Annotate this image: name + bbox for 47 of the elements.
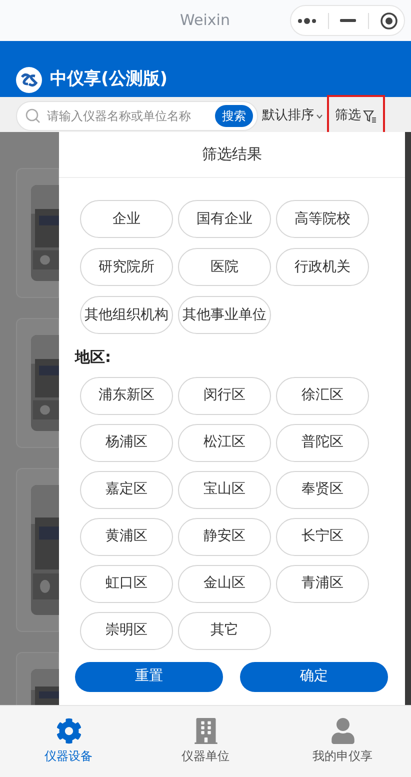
filter-chip[interactable]: 黄浦区 [80,518,173,556]
filter-chip[interactable]: 国有企业 [178,200,271,238]
filter-chip[interactable]: 崇明区 [80,612,173,650]
filter-chip[interactable]: 其他组织机构 [80,296,173,334]
filter-chip[interactable]: 虹口区 [80,564,173,602]
search-button[interactable]: 搜索 [215,105,253,127]
filter-chip[interactable]: 松江区 [178,424,271,462]
filter-chip[interactable]: 青浦区 [276,564,369,602]
search-field[interactable]: 请输入仪器名称或单位名称 搜索 [16,101,258,131]
filter-chip[interactable]: 嘉定区 [80,470,173,508]
user-icon [330,718,356,744]
tab-bar-item[interactable]: 仪器设备 [0,706,137,777]
filter-chip[interactable]: 其他事业单位 [178,296,271,334]
filter-chip[interactable]: 长宁区 [276,518,369,556]
reset-button[interactable]: 重置 [75,662,223,692]
filter-chip[interactable]: 静安区 [178,518,271,556]
filter-chip[interactable]: 其它 [178,612,271,650]
section-heading: 地区: [75,347,112,368]
building-icon [192,718,218,744]
sort-button[interactable]: 默认排序 [262,106,323,126]
filter-button[interactable]: 筛选 [335,106,377,126]
filter-chip[interactable]: 医院 [178,248,271,286]
filter-chip[interactable]: 奉贤区 [276,470,369,508]
filter-chip[interactable]: 行政机关 [276,248,369,286]
tab-bar-item[interactable]: 我的申仪享 [274,706,411,777]
tab-bar-item[interactable]: 仪器单位 [137,706,274,777]
filter-chip[interactable]: 企业 [80,200,173,238]
chevron-down-icon [316,114,323,118]
filter-chip[interactable]: 闵行区 [178,376,271,414]
filter-icon [363,110,377,122]
filter-chip[interactable]: 普陀区 [276,424,369,462]
filter-chip[interactable]: 高等院校 [276,200,369,238]
filter-chip[interactable]: 金山区 [178,564,271,602]
filter-chip[interactable]: 浦东新区 [80,376,173,414]
window-title: Weixin [179,10,231,32]
app-title: 中仪享(公测版) [50,68,168,92]
search-icon [25,108,41,124]
minimize-icon[interactable] [340,19,356,22]
more-icon[interactable] [296,18,317,24]
filter-chip[interactable]: 研究院所 [80,248,173,286]
filter-chip[interactable]: 杨浦区 [80,424,173,462]
confirm-button[interactable]: 确定 [240,662,388,692]
gear-icon [56,718,82,744]
filter-chip[interactable]: 宝山区 [178,470,271,508]
filter-chip[interactable]: 徐汇区 [276,376,369,414]
close-icon[interactable] [380,12,398,30]
logo-icon [16,67,42,93]
